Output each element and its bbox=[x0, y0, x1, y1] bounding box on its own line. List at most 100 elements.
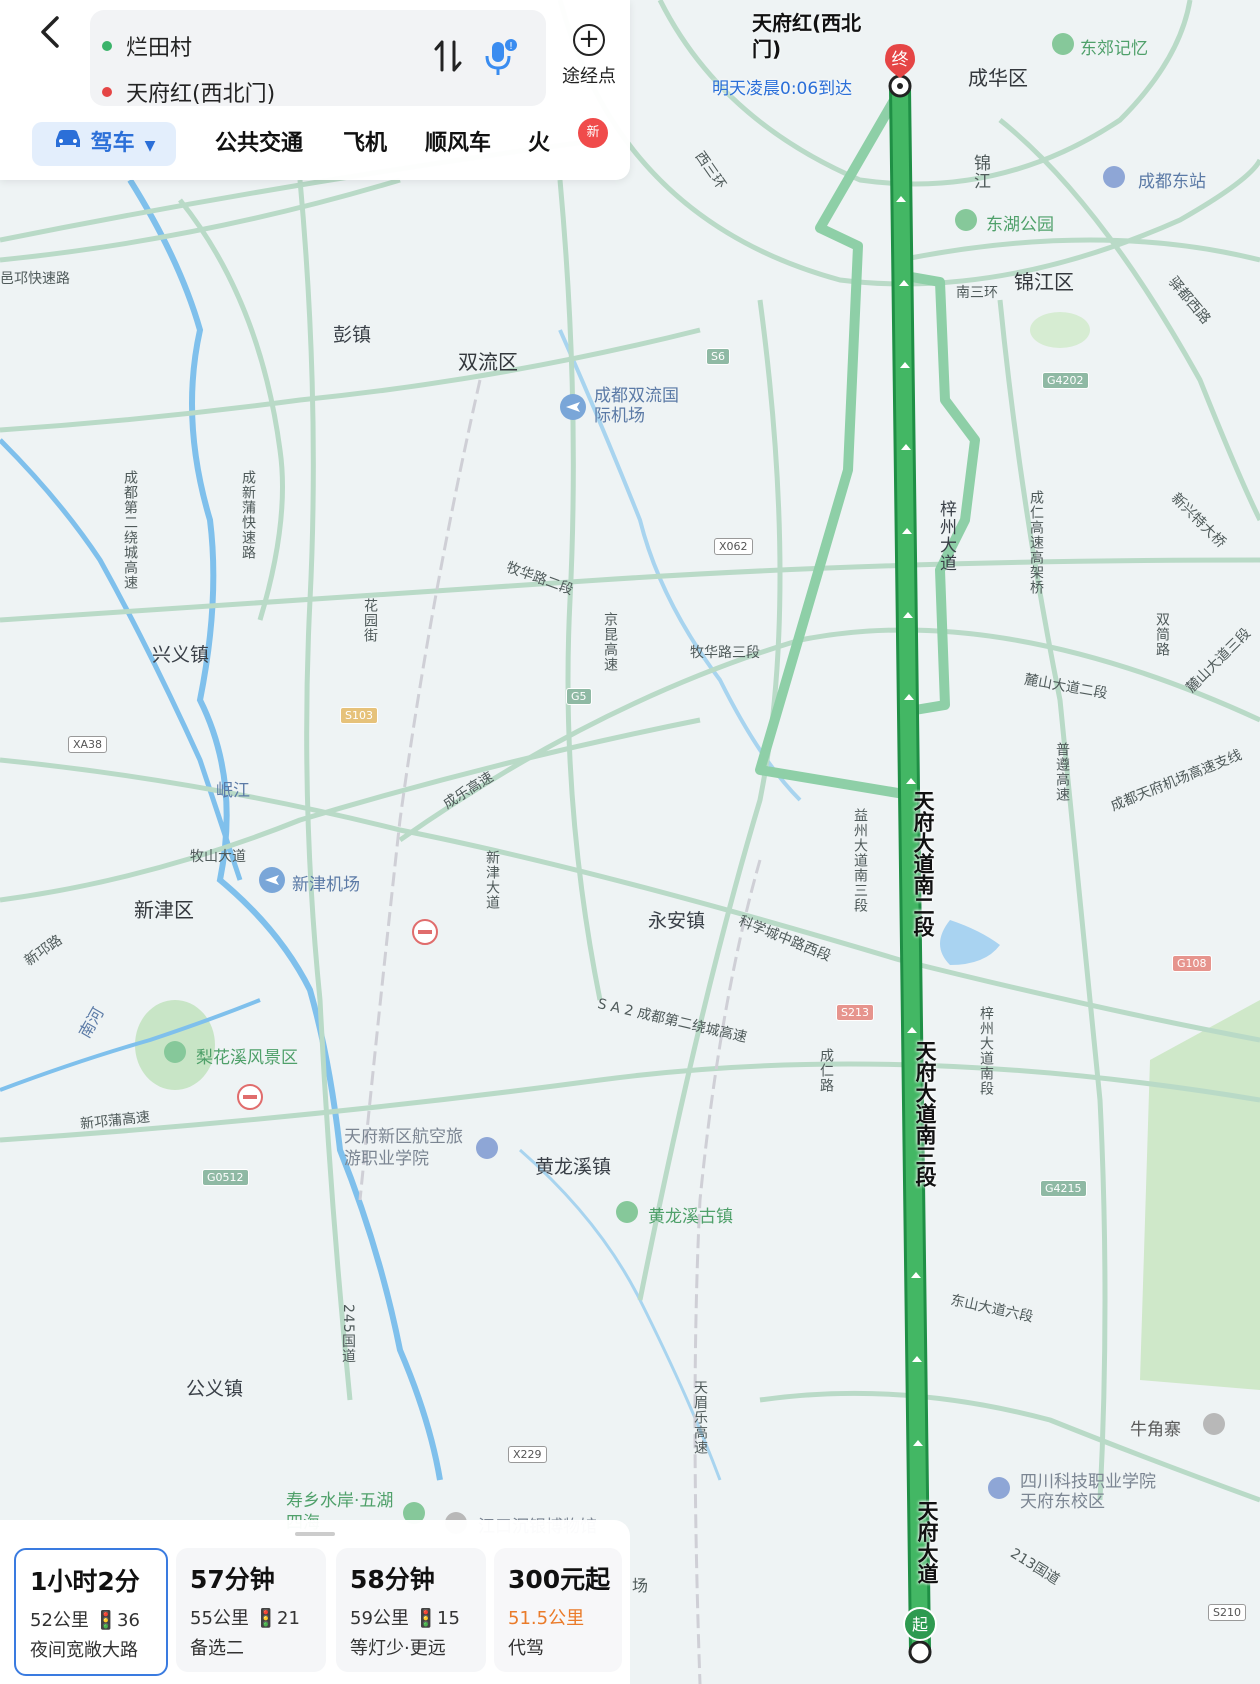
tab-drive-label: 驾车 bbox=[90, 131, 135, 156]
start-marker-text: 起 bbox=[912, 1615, 928, 1634]
route-note: 等灯少·更远 bbox=[350, 1638, 446, 1659]
route-card[interactable]: 58分钟 59公里 🚦15 等灯少·更远 bbox=[336, 1548, 486, 1672]
route-time: 58分钟 bbox=[350, 1565, 435, 1594]
map-label-sichuan-tech: 四川科技职业学院天府东校区 bbox=[1020, 1472, 1156, 1512]
route-options-panel: 1小时2分 52公里 🚦36 夜间宽敞大路 57分钟 55公里 🚦21 备选二 … bbox=[0, 1520, 630, 1684]
map-label-chengren: 成仁高速高架桥 bbox=[1028, 490, 1044, 595]
road-shield: G5 bbox=[566, 688, 592, 705]
toll-icon bbox=[412, 919, 438, 945]
map-label-tianfu-college: 天府新区航空旅游职业学院 bbox=[344, 1127, 463, 1169]
route-time: 1小时2分 bbox=[30, 1567, 140, 1596]
airport-icon bbox=[560, 394, 586, 420]
map-label-chenghua: 成华区 bbox=[968, 66, 1028, 90]
route-card-chauffeur[interactable]: 300元起 51.5公里 代驾 bbox=[494, 1548, 622, 1672]
park-icon bbox=[955, 209, 977, 231]
map-label-niujiao: 牛角寨 bbox=[1130, 1420, 1181, 1440]
road-shield: X062 bbox=[714, 538, 753, 555]
swap-icon bbox=[434, 40, 462, 72]
map-label-muhua3: 牧华路三段 bbox=[690, 645, 760, 661]
route-note: 代驾 bbox=[508, 1638, 544, 1659]
map-label-xinjin-airport: 新津机场 bbox=[292, 875, 360, 895]
back-button[interactable] bbox=[30, 14, 70, 58]
map-label-xinjin-ave: 新津大道 bbox=[484, 850, 500, 910]
school-icon bbox=[988, 1477, 1010, 1499]
start-dot-icon bbox=[102, 41, 112, 51]
road-shield: G4202 bbox=[1042, 372, 1089, 389]
drag-handle[interactable] bbox=[295, 1532, 335, 1536]
destination-name: 天府红(西北门) bbox=[752, 11, 862, 61]
road-shield: G4215 bbox=[1040, 1180, 1087, 1197]
road-shield: S103 bbox=[340, 707, 378, 724]
route-note: 夜间宽敞大路 bbox=[30, 1640, 138, 1661]
route-detail: 51.5公里 bbox=[508, 1608, 585, 1629]
toll-icon bbox=[237, 1084, 263, 1110]
end-marker-text: 终 bbox=[892, 50, 909, 70]
map-canvas[interactable]: 终 起 bbox=[0, 0, 1260, 1684]
tab-carpool[interactable]: 顺风车 bbox=[425, 122, 491, 166]
tab-transit[interactable]: 公共交通 bbox=[215, 122, 303, 166]
start-point-field[interactable]: 烂田村 bbox=[102, 30, 192, 62]
swap-button[interactable] bbox=[433, 38, 463, 82]
map-label-zizhou-south: 梓州大道南段 bbox=[978, 1006, 994, 1096]
road-shield: S210 bbox=[1208, 1604, 1246, 1621]
new-badge: 新 bbox=[578, 118, 608, 148]
map-label-lihuaxi: 梨花溪风景区 bbox=[196, 1048, 298, 1068]
map-label-ring2: 成都第二绕城高速 bbox=[122, 470, 138, 590]
road-shield: S213 bbox=[836, 1004, 874, 1021]
map-label-chang: 场 bbox=[632, 1576, 649, 1595]
route-card[interactable]: 1小时2分 52公里 🚦36 夜间宽敞大路 bbox=[14, 1548, 168, 1676]
tab-plane[interactable]: 飞机 bbox=[343, 122, 387, 166]
road-shield: G108 bbox=[1172, 955, 1212, 972]
route-search-panel: 烂田村 天府红(西北门) ! + 途经点 驾车 ▼ 公共交通 飞机 顺风车 火 … bbox=[0, 0, 630, 180]
park-icon bbox=[616, 1201, 638, 1223]
map-label-pudan: 普遵高速 bbox=[1054, 742, 1070, 802]
map-label-yizhou: 益州大道南三段 bbox=[852, 808, 868, 913]
map-label-dongjiao: 东郊记忆 bbox=[1080, 39, 1148, 59]
tab-train[interactable]: 火 bbox=[528, 122, 550, 166]
park-icon bbox=[1052, 33, 1074, 55]
end-dot-icon bbox=[102, 87, 112, 97]
map-label-g245: 245国道 bbox=[340, 1304, 356, 1364]
map-label-chengdu-east: 成都东站 bbox=[1138, 172, 1206, 192]
map-label-xingyi: 兴义镇 bbox=[152, 644, 210, 666]
tab-drive[interactable]: 驾车 ▼ bbox=[32, 122, 176, 166]
end-point-field[interactable]: 天府红(西北门) bbox=[102, 76, 275, 108]
map-label-shuangliu: 双流区 bbox=[458, 350, 518, 374]
map-label-donghu: 东湖公园 bbox=[986, 215, 1054, 235]
route-road-label: 天府大道南二段 bbox=[911, 790, 935, 937]
map-label-nansanhuan: 南三环 bbox=[956, 285, 998, 301]
plus-circle-icon: + bbox=[573, 24, 605, 56]
voice-button[interactable]: ! bbox=[482, 38, 517, 78]
end-point-text: 天府红(西北门) bbox=[126, 82, 276, 107]
route-time: 300元起 bbox=[508, 1565, 611, 1594]
arrival-time: 明天凌晨0:06到达 bbox=[712, 79, 853, 99]
microphone-icon: ! bbox=[485, 39, 517, 75]
waypoint-label: 途经点 bbox=[562, 66, 616, 87]
road-shield: X229 bbox=[508, 1446, 547, 1463]
map-label-huayuan: 花园街 bbox=[362, 598, 378, 643]
route-card[interactable]: 57分钟 55公里 🚦21 备选二 bbox=[176, 1548, 326, 1672]
park-icon bbox=[164, 1041, 186, 1063]
back-arrow-icon bbox=[41, 16, 59, 48]
map-label-huanglongxi-old: 黄龙溪古镇 bbox=[648, 1207, 733, 1227]
map-label-minjiang: 岷江 bbox=[216, 781, 250, 801]
map-label-gongyi: 公义镇 bbox=[186, 1378, 244, 1400]
transport-mode-tabs: 驾车 ▼ 公共交通 飞机 顺风车 火 bbox=[0, 122, 630, 168]
map-label-yongan: 永安镇 bbox=[648, 910, 706, 932]
car-icon bbox=[53, 122, 83, 166]
green-area bbox=[1140, 1000, 1260, 1390]
map-label-jinjiang-small: 锦江 bbox=[970, 154, 990, 190]
route-detail: 52公里 🚦36 bbox=[30, 1610, 140, 1631]
airport-icon bbox=[259, 867, 285, 893]
route-detail: 55公里 🚦21 bbox=[190, 1608, 300, 1629]
map-label-huanglongxi: 黄龙溪镇 bbox=[535, 1156, 612, 1178]
map-label-shuangjian: 双简路 bbox=[1154, 612, 1170, 657]
add-waypoint-button[interactable]: + 途经点 bbox=[556, 24, 622, 88]
map-label-tianmeile: 天眉乐高速 bbox=[692, 1380, 708, 1455]
road-shield: XA38 bbox=[68, 736, 108, 753]
map-label-chengren-rd: 成仁路 bbox=[818, 1048, 834, 1093]
scenic-icon bbox=[1203, 1413, 1225, 1435]
map-label-jingkun: 京昆高速 bbox=[602, 612, 618, 672]
map-label-pengzhen: 彭镇 bbox=[333, 324, 372, 346]
svg-text:!: ! bbox=[509, 41, 513, 52]
